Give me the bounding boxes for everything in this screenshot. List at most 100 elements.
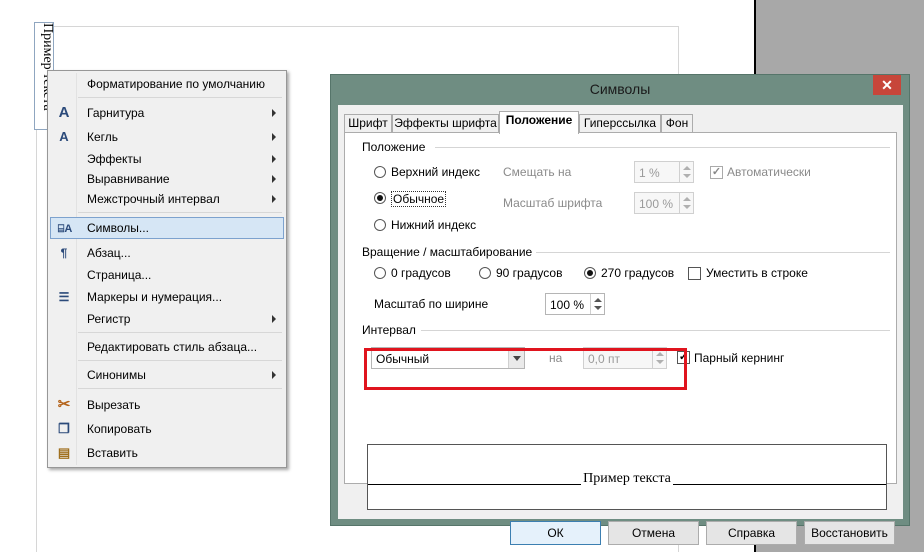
menu-item-paragraph[interactable]: ¶ Абзац... xyxy=(50,242,284,264)
menu-item-font[interactable]: A Гарнитура xyxy=(50,102,284,124)
dialog-title: Символы xyxy=(589,81,651,97)
superscript-label: Верхний индекс xyxy=(391,165,480,179)
menu-item-case[interactable]: Регистр xyxy=(50,308,284,330)
menu-item-cut[interactable]: ✂ Вырезать xyxy=(50,394,284,416)
menu-item-label: Форматирование по умолчанию xyxy=(87,77,265,91)
characters-icon: ⌸A xyxy=(57,223,73,235)
menu-item-font-size[interactable]: A Кегль xyxy=(50,126,284,148)
menu-item-label: Синонимы xyxy=(87,368,146,382)
submenu-arrow-icon xyxy=(272,175,276,183)
menu-item-label: Вырезать xyxy=(87,398,141,412)
submenu-arrow-icon xyxy=(272,195,276,203)
preview-pane: Пример текста xyxy=(367,444,887,510)
position-section-title: Положение xyxy=(362,140,430,154)
raise-lower-spinbox[interactable]: 1 % xyxy=(634,161,694,183)
subscript-radio[interactable] xyxy=(374,219,386,231)
fit-to-line-label: Уместить в строке xyxy=(706,266,808,280)
dialog-body: Шрифт Эффекты шрифта Положение Гиперссыл… xyxy=(338,105,903,545)
spin-down-icon xyxy=(683,174,691,178)
submenu-arrow-icon xyxy=(272,315,276,323)
spin-up-icon xyxy=(683,166,691,170)
spin-down-icon xyxy=(594,306,602,310)
menu-separator xyxy=(78,360,282,361)
spacing-section-title: Интервал xyxy=(362,323,420,337)
position-tab-panel: Положение Верхний индекс Обычное Нижний … xyxy=(344,132,897,484)
font-icon: A xyxy=(58,104,70,121)
normal-radio[interactable] xyxy=(374,192,386,204)
rotate-90-radio[interactable] xyxy=(479,267,491,279)
section-divider xyxy=(531,252,890,253)
menu-item-label: Гарнитура xyxy=(87,106,145,120)
rotation-highlight-box xyxy=(364,348,687,390)
rotate-0-radio[interactable] xyxy=(374,267,386,279)
submenu-arrow-icon xyxy=(272,133,276,141)
spin-up-icon xyxy=(594,298,602,302)
fit-to-line-checkbox[interactable] xyxy=(688,267,701,280)
rotate-90-label: 90 градусов xyxy=(496,266,563,280)
menu-item-label: Маркеры и нумерация... xyxy=(87,290,223,304)
help-button[interactable]: Справка xyxy=(706,521,797,545)
tab-hyperlink[interactable]: Гиперссылка xyxy=(579,114,661,133)
font-size-icon: A xyxy=(59,129,69,144)
scale-width-value: 100 % xyxy=(550,298,585,312)
tab-position[interactable]: Положение xyxy=(499,111,579,134)
copy-icon: ❐ xyxy=(58,421,70,436)
menu-item-alignment[interactable]: Выравнивание xyxy=(50,168,284,190)
menu-item-page[interactable]: Страница... xyxy=(50,264,284,286)
menu-item-default-formatting[interactable]: Форматирование по умолчанию xyxy=(50,73,284,95)
paste-icon: ▤ xyxy=(57,445,71,460)
menu-item-line-spacing[interactable]: Межстрочный интервал xyxy=(50,188,284,210)
menu-item-characters[interactable]: ⌸A Символы... xyxy=(50,217,284,239)
reset-button[interactable]: Восстановить xyxy=(804,521,895,545)
raise-lower-value: 1 % xyxy=(639,166,660,180)
menu-item-edit-paragraph-style[interactable]: Редактировать стиль абзаца... xyxy=(50,336,284,358)
auto-label: Автоматически xyxy=(727,165,811,179)
superscript-radio[interactable] xyxy=(374,166,386,178)
tab-font[interactable]: Шрифт xyxy=(344,114,392,133)
bullets-icon: ☰ xyxy=(58,290,70,304)
spin-down-icon xyxy=(683,205,691,209)
spin-up-icon xyxy=(683,197,691,201)
menu-item-label: Символы... xyxy=(87,221,149,235)
tab-background[interactable]: Фон xyxy=(661,114,693,133)
menu-item-label: Страница... xyxy=(87,268,152,282)
spin-buttons[interactable] xyxy=(679,162,693,182)
menu-item-synonyms[interactable]: Синонимы xyxy=(50,364,284,386)
auto-checkbox[interactable]: ✓ xyxy=(710,166,723,179)
context-menu: Форматирование по умолчанию A Гарнитура … xyxy=(47,70,287,468)
menu-item-label: Межстрочный интервал xyxy=(87,192,220,206)
cancel-button[interactable]: Отмена xyxy=(608,521,699,545)
scale-width-label: Масштаб по ширине xyxy=(374,297,489,311)
menu-item-paste[interactable]: ▤ Вставить xyxy=(50,442,284,464)
scissors-icon: ✂ xyxy=(57,396,71,413)
menu-separator xyxy=(78,332,282,333)
rotate-270-label: 270 градусов xyxy=(601,266,675,280)
rotate-270-radio[interactable] xyxy=(584,267,596,279)
menu-separator xyxy=(78,212,282,213)
menu-item-label: Выравнивание xyxy=(87,172,170,186)
submenu-arrow-icon xyxy=(272,155,276,163)
menu-item-label: Регистр xyxy=(87,312,131,326)
rotate-0-label: 0 градусов xyxy=(391,266,451,280)
scale-width-spinbox[interactable]: 100 % xyxy=(545,293,605,315)
menu-item-label: Вставить xyxy=(87,446,138,460)
menu-item-effects[interactable]: Эффекты xyxy=(50,148,284,170)
ok-button[interactable]: ОК xyxy=(510,521,601,545)
close-button[interactable]: ✕ xyxy=(873,75,901,95)
rotation-section-title: Вращение / масштабирование xyxy=(362,245,537,259)
paragraph-icon: ¶ xyxy=(60,246,68,260)
menu-item-copy[interactable]: ❐ Копировать xyxy=(50,418,284,440)
section-divider xyxy=(421,330,890,331)
menu-item-bullets[interactable]: ☰ Маркеры и нумерация... xyxy=(50,286,284,308)
rel-font-size-spinbox[interactable]: 100 % xyxy=(634,192,694,214)
spin-buttons[interactable] xyxy=(679,193,693,213)
characters-dialog: Символы ✕ Шрифт Эффекты шрифта Положение… xyxy=(330,74,910,545)
menu-item-label: Кегль xyxy=(87,130,119,144)
submenu-arrow-icon xyxy=(272,109,276,117)
menu-item-label: Абзац... xyxy=(87,246,131,260)
close-icon: ✕ xyxy=(881,77,893,93)
submenu-arrow-icon xyxy=(272,371,276,379)
spin-buttons[interactable] xyxy=(590,294,604,314)
preview-text: Пример текста xyxy=(581,471,673,486)
tab-font-effects[interactable]: Эффекты шрифта xyxy=(392,114,499,133)
